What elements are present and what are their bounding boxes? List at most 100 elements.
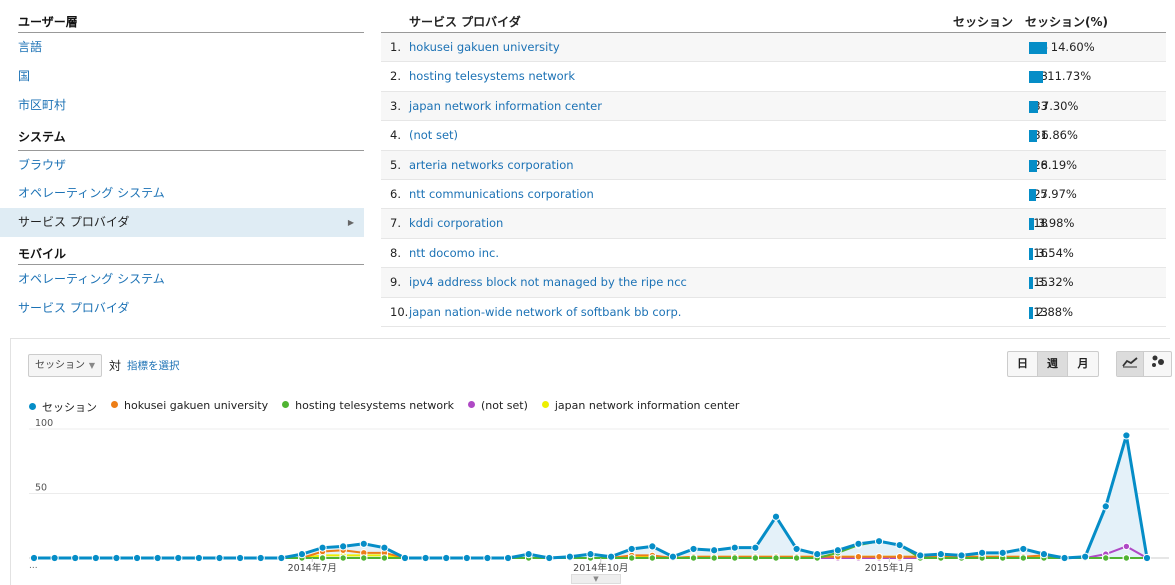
provider-link[interactable]: hokusei gakuen university bbox=[409, 33, 560, 62]
data-point bbox=[586, 550, 595, 559]
percent-value: 3.32% bbox=[1037, 275, 1074, 290]
metric-dropdown[interactable]: セッション ▼ bbox=[28, 354, 102, 377]
y-tick-label: 50 bbox=[35, 483, 47, 494]
data-point bbox=[318, 554, 327, 562]
data-point bbox=[1142, 553, 1152, 563]
provider-link[interactable]: ipv4 address block not managed by the ri… bbox=[409, 268, 687, 297]
provider-link[interactable]: (not set) bbox=[409, 121, 458, 150]
percent-bar bbox=[1029, 277, 1034, 290]
provider-link[interactable]: arteria networks corporation bbox=[409, 151, 574, 180]
percent-bar bbox=[1029, 130, 1038, 143]
data-point bbox=[854, 539, 863, 548]
data-point bbox=[957, 551, 966, 560]
timeline-chart-panel: セッション ▼ 対 指標を選択 日 週 月 セッション hokusei gaku… bbox=[10, 338, 1172, 585]
y-tick-label: 100 bbox=[35, 418, 53, 429]
data-point bbox=[215, 553, 224, 563]
line-chart: 100 50 2014年7月 2014年10月 2015年1月 bbox=[29, 418, 1169, 573]
data-point bbox=[998, 548, 1007, 557]
provider-link[interactable]: japan nation-wide network of softbank bb… bbox=[409, 298, 681, 327]
sidebar-link-country[interactable]: 国 bbox=[18, 62, 364, 91]
data-point bbox=[421, 553, 430, 563]
provider-link[interactable]: japan network information center bbox=[409, 92, 602, 121]
percent-bar bbox=[1029, 306, 1033, 319]
data-point bbox=[565, 552, 574, 561]
data-point bbox=[895, 541, 904, 550]
data-point bbox=[339, 554, 347, 562]
versus-label: 対 bbox=[109, 359, 122, 373]
data-point bbox=[132, 553, 142, 563]
sidebar-link-os[interactable]: オペレーティング システム bbox=[18, 179, 364, 208]
table-header: サービス プロバイダ セッション セッション(%) bbox=[381, 10, 1166, 33]
legend-item[interactable]: hokusei gakuen university bbox=[111, 399, 268, 415]
sidebar-link-label: サービス プロバイダ bbox=[18, 215, 130, 229]
percent-value: 3.98% bbox=[1037, 216, 1075, 231]
data-point bbox=[359, 539, 368, 548]
data-point bbox=[895, 553, 904, 561]
sidebar-link-browser[interactable]: ブラウザ bbox=[18, 150, 364, 179]
legend-item[interactable]: hosting telesystems network bbox=[282, 399, 454, 415]
percent-bar bbox=[1029, 42, 1047, 54]
column-header-dimension[interactable]: サービス プロバイダ bbox=[409, 13, 521, 30]
data-point bbox=[792, 544, 801, 554]
percent-value: 3.54% bbox=[1037, 245, 1074, 260]
period-month-button[interactable]: 月 bbox=[1068, 352, 1098, 376]
data-point bbox=[194, 553, 203, 563]
motion-chart-icon[interactable] bbox=[1144, 352, 1171, 376]
column-header-percent[interactable]: セッション(%) bbox=[1025, 13, 1108, 30]
table-row: 10. japan nation-wide network of softbank… bbox=[381, 298, 1166, 327]
period-week-button[interactable]: 週 bbox=[1038, 352, 1068, 376]
data-point bbox=[1122, 431, 1131, 440]
x-tick-label: 2014年7月 bbox=[288, 562, 337, 573]
percent-value: 7.30% bbox=[1041, 98, 1079, 113]
data-point bbox=[380, 554, 389, 562]
data-point bbox=[628, 554, 636, 562]
data-point bbox=[1019, 554, 1028, 562]
sidebar-link-mobile-os[interactable]: オペレーティング システム bbox=[18, 265, 364, 294]
legend-item[interactable]: (not set) bbox=[467, 399, 528, 415]
percent-bar bbox=[1029, 247, 1034, 260]
data-point bbox=[668, 552, 678, 561]
data-point bbox=[483, 553, 492, 563]
data-point bbox=[731, 554, 739, 562]
period-toggle: 日 週 月 bbox=[1007, 351, 1099, 377]
line-chart-icon[interactable] bbox=[1117, 352, 1144, 376]
provider-link[interactable]: ntt communications corporation bbox=[409, 180, 594, 209]
legend-dot bbox=[467, 401, 475, 408]
percent-value: 14.60% bbox=[1050, 40, 1095, 54]
data-point bbox=[1081, 552, 1090, 561]
legend-label: japan network information center bbox=[554, 399, 740, 412]
data-point bbox=[277, 553, 286, 563]
legend-item[interactable]: japan network information center bbox=[541, 399, 740, 415]
provider-link[interactable]: ntt docomo inc. bbox=[409, 239, 499, 268]
legend-dot bbox=[541, 401, 549, 408]
provider-link[interactable]: kddi corporation bbox=[409, 209, 503, 238]
chart-resize-handle[interactable]: ▼ bbox=[571, 574, 621, 584]
data-point bbox=[648, 554, 657, 562]
data-point bbox=[1102, 554, 1110, 562]
data-point bbox=[1019, 544, 1028, 554]
sidebar-link-city[interactable]: 市区町村 bbox=[18, 91, 364, 120]
choose-metric-link[interactable]: 指標を選択 bbox=[127, 358, 180, 373]
table-row: 7. kddi corporation 18 3.98% bbox=[381, 209, 1166, 239]
data-point bbox=[710, 554, 718, 562]
data-point bbox=[751, 554, 760, 562]
data-point bbox=[442, 553, 451, 563]
x-tick-label: 2014年10月 bbox=[573, 562, 628, 573]
row-index: 9. bbox=[390, 275, 401, 290]
sidebar-link-language[interactable]: 言語 bbox=[18, 33, 364, 62]
sidebar-link-mobile-provider[interactable]: サービス プロバイダ bbox=[18, 294, 364, 323]
period-day-button[interactable]: 日 bbox=[1008, 352, 1038, 376]
legend-item[interactable]: セッション bbox=[29, 399, 97, 415]
data-point bbox=[1122, 542, 1131, 551]
percent-bar bbox=[1029, 71, 1044, 84]
data-point bbox=[771, 512, 781, 521]
data-point bbox=[339, 542, 348, 551]
data-point bbox=[751, 543, 760, 552]
data-point bbox=[1060, 553, 1069, 563]
series-line bbox=[34, 435, 1149, 560]
data-point bbox=[400, 553, 410, 563]
sidebar-link-service-provider[interactable]: サービス プロバイダ ▶ bbox=[0, 208, 364, 237]
column-header-sessions[interactable]: セッション bbox=[953, 13, 1013, 30]
x-tick-label: 2015年1月 bbox=[865, 562, 914, 573]
provider-link[interactable]: hosting telesystems network bbox=[409, 62, 575, 91]
